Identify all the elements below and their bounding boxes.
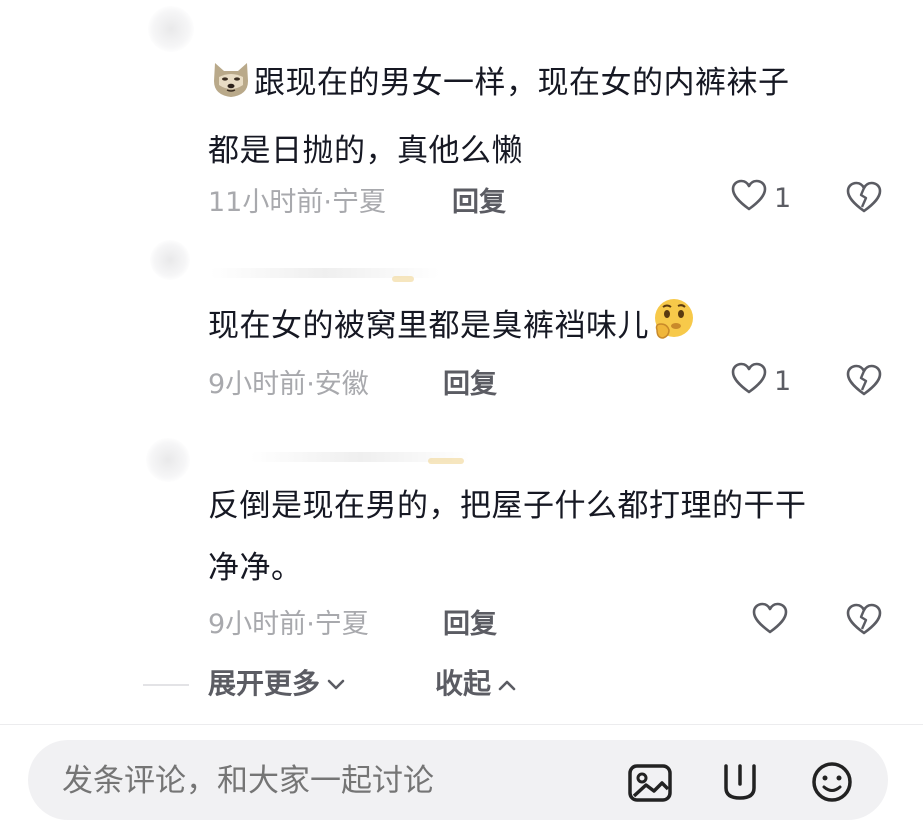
comment-text-line: 净净。 xyxy=(208,550,303,586)
comment-input[interactable] xyxy=(60,762,504,800)
dislike-button[interactable] xyxy=(845,602,883,640)
dog-face-emoji xyxy=(210,58,252,120)
comment-location: 安徽 xyxy=(314,369,369,400)
dislike-button[interactable] xyxy=(845,180,883,218)
comment-text: 现在女的被窝里都是臭裤裆味儿 xyxy=(208,295,878,363)
avatar[interactable] xyxy=(150,240,190,280)
comment-text-line: 跟现在的男女一样，现在女的内裤袜子 xyxy=(254,65,790,101)
comment-meta: 9小时前·安徽 xyxy=(208,362,369,401)
meta-separator: · xyxy=(306,609,315,640)
broken-heart-icon xyxy=(845,364,883,401)
comment-time: 11小时前 xyxy=(208,187,324,218)
reply-button[interactable]: 回复 xyxy=(443,602,497,641)
comment-input-bar[interactable] xyxy=(28,740,888,820)
like-count: 1 xyxy=(774,366,792,397)
replies-toggle-row: 展开更多 收起 xyxy=(0,662,923,706)
blur-smudge xyxy=(428,458,464,464)
meta-separator: · xyxy=(323,187,332,218)
comment-location: 宁夏 xyxy=(331,187,386,218)
reply-button[interactable]: 回复 xyxy=(443,362,497,401)
comment-time: 9小时前 xyxy=(208,609,307,640)
comment-meta: 11小时前·宁夏 xyxy=(208,180,386,219)
comment-text-line: 都是日抛的，真他么懒 xyxy=(208,133,523,169)
like-count: 1 xyxy=(774,183,792,214)
avatar[interactable] xyxy=(146,438,190,482)
chevron-up-icon xyxy=(497,666,517,699)
collapse-label: 收起 xyxy=(435,667,492,700)
image-icon[interactable] xyxy=(626,758,674,810)
expand-more-label: 展开更多 xyxy=(208,667,321,700)
section-divider xyxy=(0,724,923,725)
blur-smudge xyxy=(392,276,414,282)
like-button[interactable]: 1 xyxy=(730,361,791,402)
thinking-face-emoji xyxy=(651,296,697,363)
avatar[interactable] xyxy=(148,6,194,52)
emoji-icon[interactable] xyxy=(808,758,856,810)
heart-icon xyxy=(751,601,789,642)
like-button[interactable]: 1 xyxy=(730,178,791,219)
comment-text-line: 现在女的被窝里都是臭裤裆味儿 xyxy=(208,308,649,344)
comment-meta: 9小时前·宁夏 xyxy=(208,602,369,641)
collapse-button[interactable]: 收起 xyxy=(435,662,517,702)
comment-location: 宁夏 xyxy=(314,609,369,640)
meta-separator: · xyxy=(306,369,315,400)
gif-sticker-icon[interactable] xyxy=(716,758,764,810)
comment-text-line: 反倒是现在男的，把屋子什么都打理的干干 xyxy=(208,488,807,524)
divider-line xyxy=(143,684,189,686)
comment-text: 反倒是现在男的，把屋子什么都打理的干干 净净。 xyxy=(208,475,878,599)
broken-heart-icon xyxy=(845,603,883,640)
comment-time: 9小时前 xyxy=(208,369,307,400)
comment-text: 跟现在的男女一样，现在女的内裤袜子 都是日抛的，真他么懒 xyxy=(208,52,878,182)
chevron-down-icon xyxy=(326,666,346,699)
expand-more-button[interactable]: 展开更多 xyxy=(208,662,346,702)
reply-button[interactable]: 回复 xyxy=(452,180,506,219)
dislike-button[interactable] xyxy=(845,363,883,401)
heart-icon xyxy=(730,361,768,402)
broken-heart-icon xyxy=(845,181,883,218)
heart-icon xyxy=(730,178,768,219)
like-button[interactable] xyxy=(751,601,795,642)
